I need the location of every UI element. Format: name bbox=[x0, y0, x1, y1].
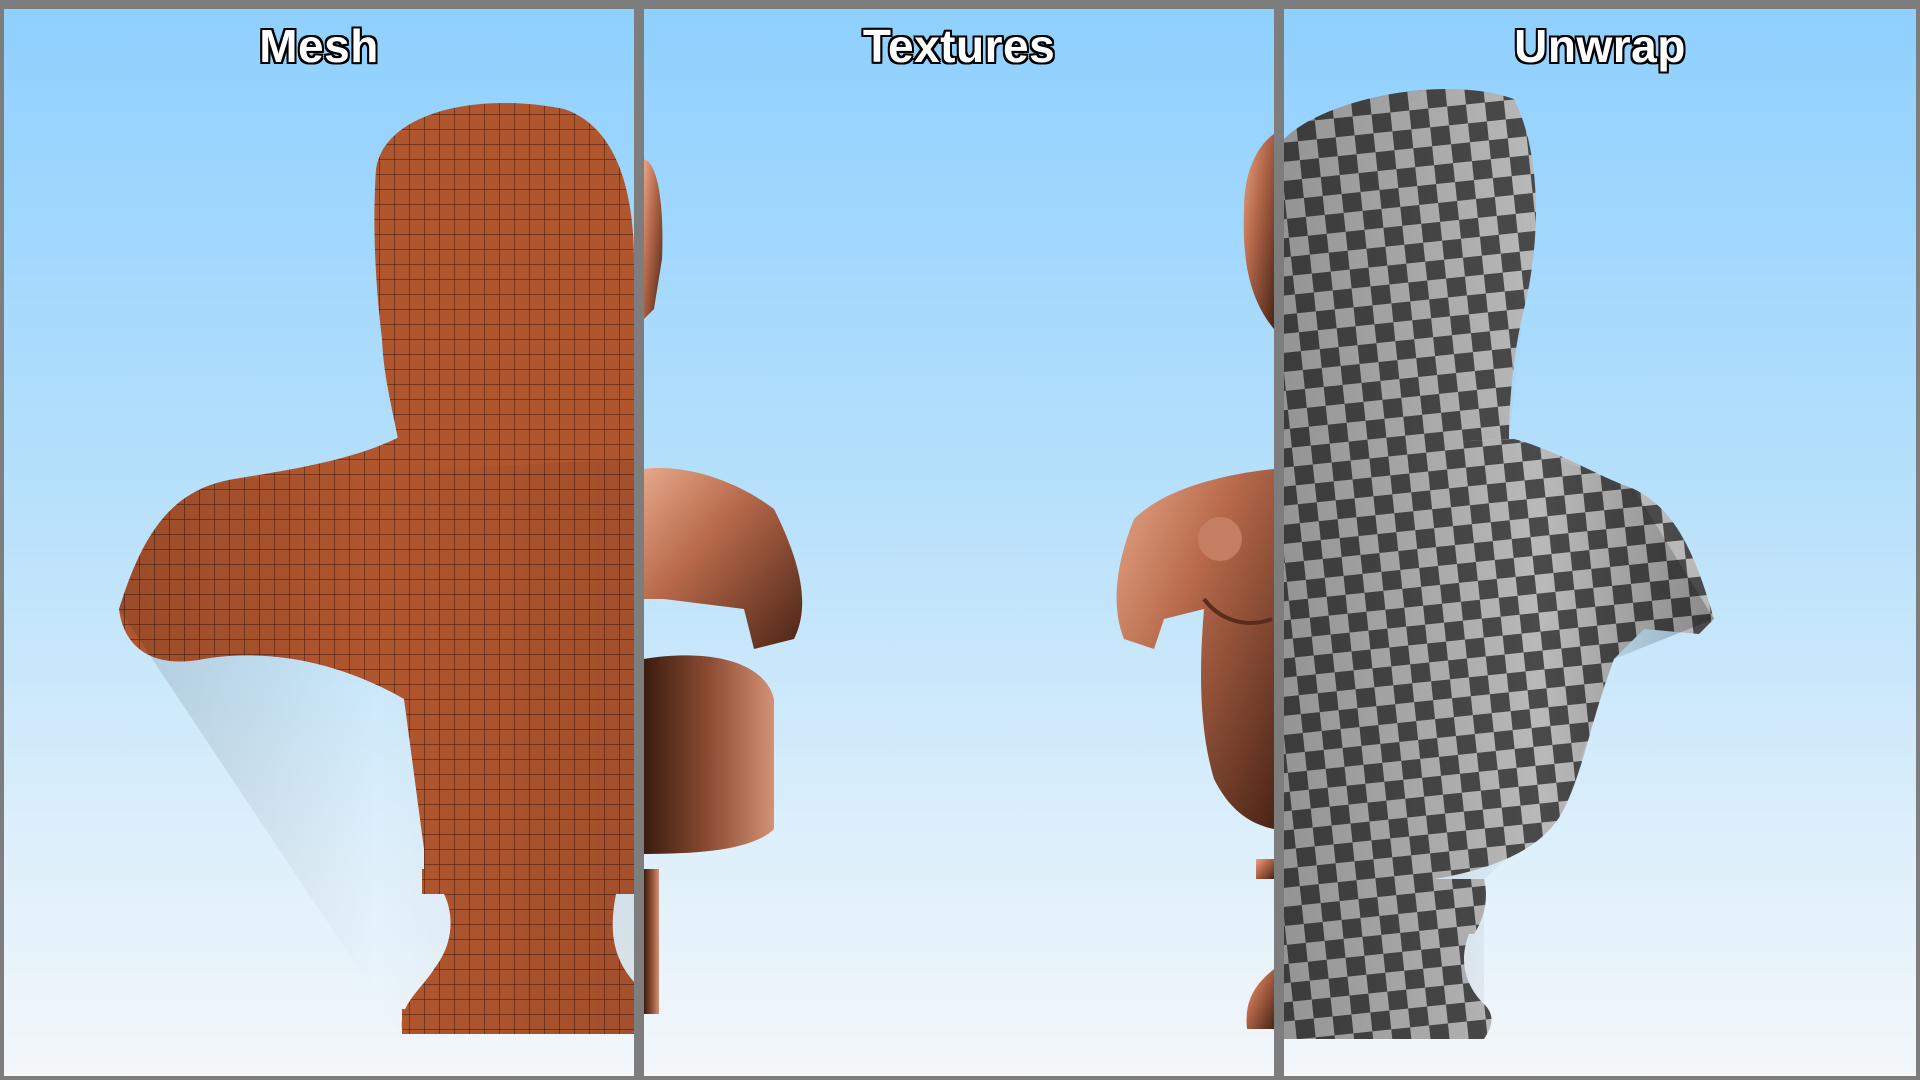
unwrap-bust-render bbox=[1284, 88, 1714, 1039]
panel-divider-left bbox=[634, 9, 644, 1076]
textures-bust-back-half bbox=[644, 159, 803, 1014]
mesh-bust-shape bbox=[119, 102, 634, 1034]
textures-panel: Textures bbox=[644, 9, 1274, 1076]
textures-bust-render bbox=[644, 134, 1274, 1029]
mesh-panel: Mesh bbox=[4, 9, 634, 1076]
unwrap-bust-shape bbox=[1284, 88, 1714, 1039]
unwrap-panel: Unwrap bbox=[1284, 9, 1916, 1076]
textures-bust-front-half bbox=[1116, 134, 1274, 1029]
panel-divider-right bbox=[1274, 9, 1284, 1076]
mesh-bust-render bbox=[119, 102, 634, 1034]
mesh-title: Mesh bbox=[259, 20, 379, 72]
unwrap-title: Unwrap bbox=[1514, 20, 1686, 72]
textures-title: Textures bbox=[862, 20, 1056, 72]
